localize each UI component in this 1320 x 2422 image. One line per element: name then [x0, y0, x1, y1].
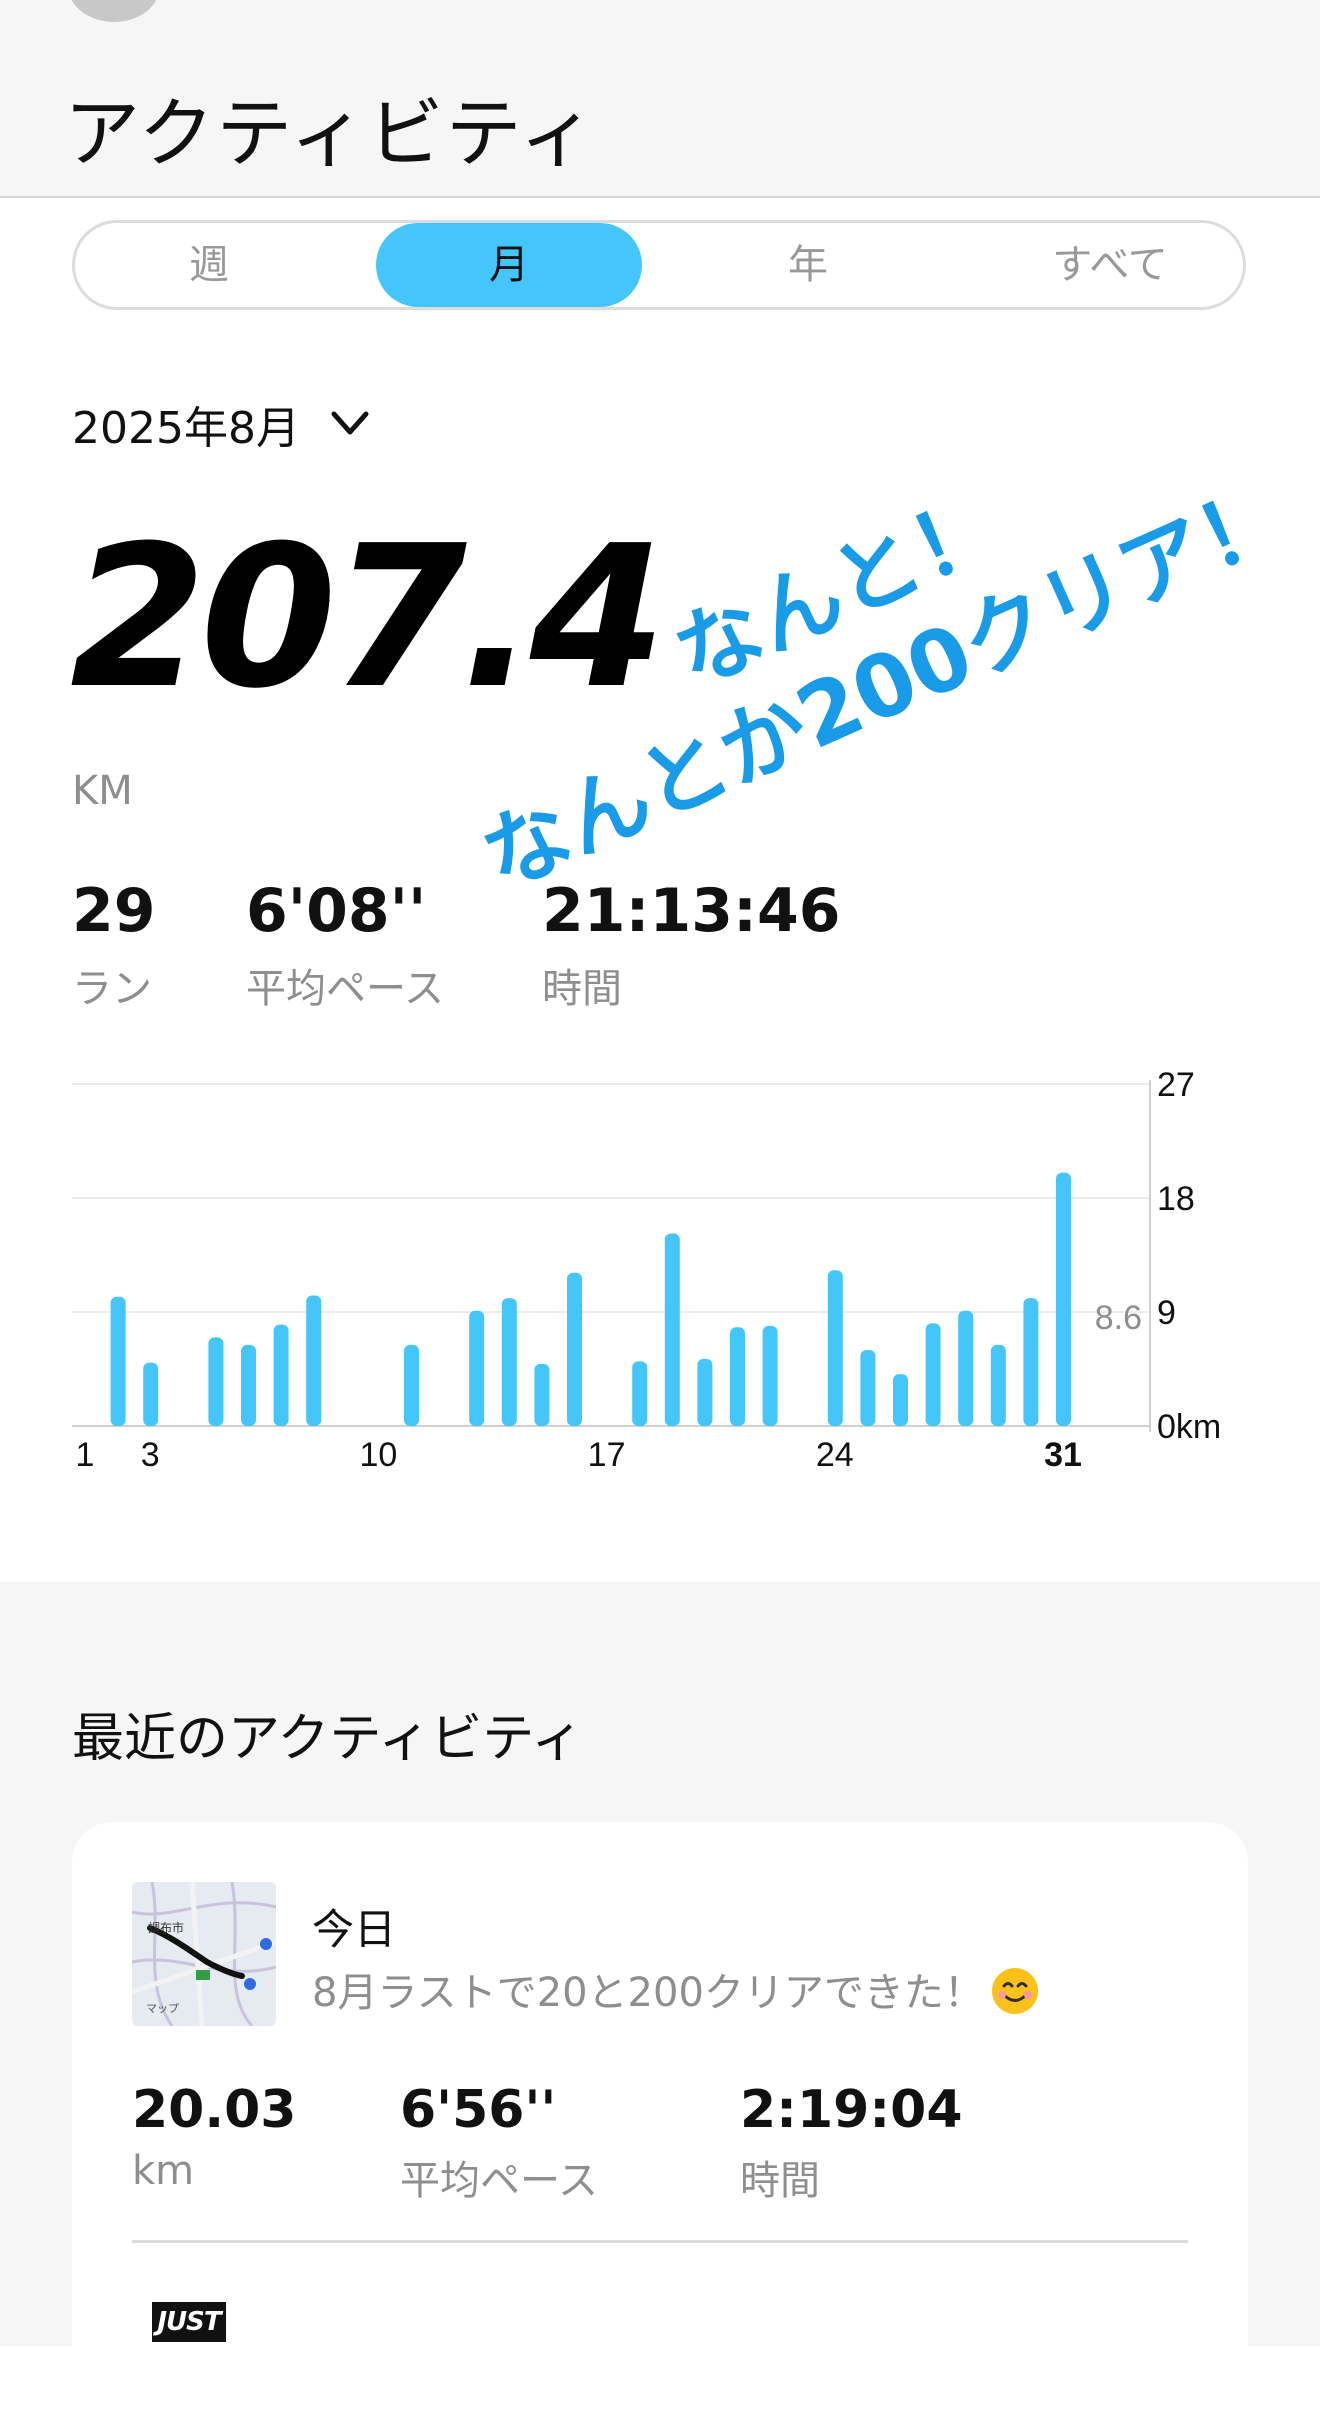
x-tick-label: 10: [359, 1436, 397, 1474]
distance-unit: KM: [72, 768, 133, 814]
bar-day-15[interactable]: [534, 1363, 550, 1426]
chevron-down-icon[interactable]: [330, 408, 370, 438]
recent-activity-title: 最近のアクティビティ: [72, 1709, 584, 1769]
time-label: 時間: [542, 966, 622, 1012]
y-tick-label: 27: [1157, 1066, 1195, 1104]
x-tick-label: 1: [76, 1436, 95, 1474]
bar-day-26[interactable]: [893, 1374, 908, 1426]
map-image: 調布市 マップ: [132, 1882, 276, 2026]
tab-week[interactable]: 週: [79, 223, 339, 307]
bar-day-21[interactable]: [730, 1327, 745, 1426]
bar-day-5[interactable]: [208, 1337, 224, 1426]
daily-distance-chart: 27 18 9 0km 8.6 1 3 10 17 24 31: [72, 1066, 1221, 1474]
y-tick-label: 0km: [1157, 1408, 1221, 1446]
bar-day-8[interactable]: [306, 1295, 322, 1426]
activity-note: 8月ラストで20と200クリアできた！: [312, 1960, 1040, 2018]
bar-day-22[interactable]: [762, 1325, 778, 1426]
bar-day-13[interactable]: [469, 1310, 485, 1426]
bar-day-27[interactable]: [925, 1323, 941, 1426]
page-title: アクティビティ: [64, 89, 598, 178]
bar-day-29[interactable]: [990, 1344, 1006, 1426]
bar-day-18[interactable]: [632, 1361, 648, 1426]
tab-year[interactable]: 年: [675, 223, 941, 307]
activity-time: 2:19:04: [740, 2080, 963, 2140]
bar-day-16[interactable]: [567, 1272, 582, 1426]
bar-day-19[interactable]: [664, 1233, 680, 1426]
map-label-maps: マップ: [146, 2002, 179, 2015]
divider: [132, 2240, 1188, 2243]
bar-day-20[interactable]: [697, 1358, 713, 1426]
bar-day-6[interactable]: [241, 1344, 256, 1426]
smiling-face-icon: [991, 1968, 1038, 2014]
bar-day-31[interactable]: [1056, 1172, 1071, 1426]
activity-pace: 6'56'': [400, 2080, 557, 2140]
bar-day-2[interactable]: [110, 1296, 126, 1426]
activity-pace-label: 平均ペース: [400, 2158, 598, 2204]
tab-all[interactable]: すべて: [985, 223, 1235, 307]
activity-time-label: 時間: [740, 2158, 820, 2204]
activity-date: 今日: [312, 1905, 397, 1954]
bar-day-11[interactable]: [404, 1344, 419, 1426]
bar-day-14[interactable]: [501, 1298, 517, 1426]
bar-day-24[interactable]: [827, 1270, 843, 1426]
x-tick-label: 24: [816, 1436, 854, 1474]
time-value: 21:13:46: [542, 876, 841, 946]
activity-note-text: 8月ラストで20と200クリアできた！: [312, 1970, 984, 2016]
x-tick-label: 17: [588, 1436, 626, 1474]
bar-day-3[interactable]: [143, 1362, 159, 1426]
route-map-thumbnail[interactable]: 調布市 マップ: [132, 1882, 276, 2026]
map-label-city: 調布市: [148, 1920, 184, 1935]
avg-pace-value: 6'08'': [246, 876, 427, 946]
bar-day-7[interactable]: [273, 1324, 289, 1426]
runs-count: 29: [72, 876, 156, 946]
brand-logo: JUST: [152, 2302, 226, 2342]
bar-day-25[interactable]: [860, 1350, 876, 1426]
x-tick-label: 3: [141, 1436, 160, 1474]
activity-distance: 20.03: [132, 2080, 297, 2140]
activity-distance-unit: km: [132, 2148, 195, 2194]
period-segmented-control: 週 月 年 すべて: [72, 220, 1246, 310]
avg-pace-label: 平均ペース: [246, 966, 444, 1012]
average-label: 8.6: [1095, 1299, 1142, 1337]
tab-month[interactable]: 月: [376, 223, 642, 307]
y-tick-label: 9: [1157, 1294, 1176, 1332]
x-tick-label: 31: [1044, 1436, 1082, 1474]
bar-day-30[interactable]: [1023, 1298, 1039, 1426]
month-selector[interactable]: 2025年8月: [72, 392, 300, 456]
y-tick-label: 18: [1157, 1180, 1195, 1218]
bar-day-28[interactable]: [958, 1310, 974, 1426]
total-distance: 207.4: [70, 504, 666, 732]
runs-label: ラン: [72, 966, 152, 1012]
